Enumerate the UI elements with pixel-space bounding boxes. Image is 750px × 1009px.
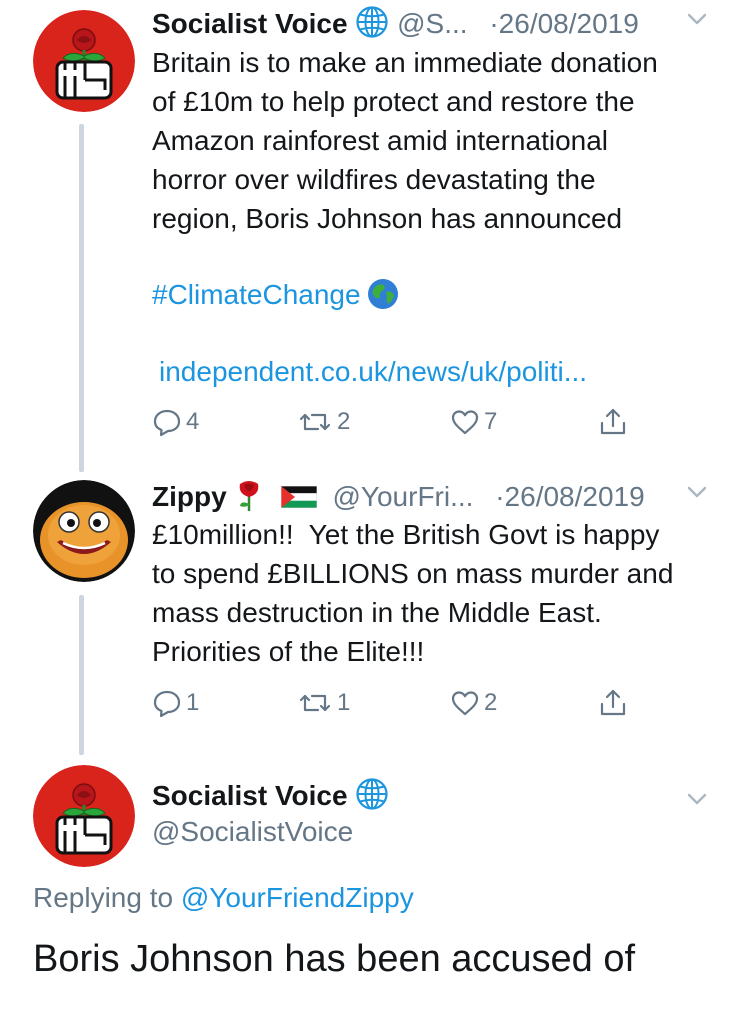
share-button[interactable]: [598, 402, 632, 442]
separator: ·: [495, 481, 505, 512]
tweet-2[interactable]: Zippy @YourFri... ·26/08/2019 £10million…: [0, 475, 750, 755]
palestine-flag-icon: [281, 486, 317, 508]
separator: ·: [489, 8, 499, 39]
text-line: Priorities of the Elite!!!: [152, 636, 425, 667]
tweet-text: Britain is to make an immediate donation…: [152, 43, 732, 238]
avatar[interactable]: [33, 480, 135, 582]
reply-count: 1: [186, 689, 200, 716]
url-link[interactable]: independent.co.uk/news/uk/politi...: [159, 356, 587, 387]
text-line: mass destruction in the Middle East.: [152, 597, 602, 628]
thread-line: [79, 124, 84, 472]
like-button[interactable]: 2: [450, 683, 497, 723]
text-line: Amazon rainforest amid international: [152, 125, 609, 156]
chevron-down-icon[interactable]: [684, 6, 710, 32]
globe-icon: [355, 777, 389, 811]
zippy-avatar-icon: [33, 480, 135, 582]
socialist-voice-avatar-icon: [33, 765, 135, 867]
tweet-1[interactable]: Socialist Voice @S... ·26/08/2019 Britai…: [0, 0, 750, 472]
text-line: £10million!! Yet the British Govt is hap…: [152, 519, 660, 550]
avatar[interactable]: [33, 765, 135, 867]
avatar[interactable]: [33, 10, 135, 112]
like-icon: [450, 688, 480, 718]
tweet-header: Zippy @YourFri... ·26/08/2019: [152, 475, 720, 519]
display-name[interactable]: Zippy: [152, 481, 227, 512]
retweet-icon: [297, 688, 333, 718]
url-line: independent.co.uk/news/uk/politi...: [159, 352, 739, 391]
share-button[interactable]: [598, 683, 632, 723]
handle[interactable]: @S...: [397, 8, 467, 39]
text-line: to spend £BILLIONS on mass murder and: [152, 558, 674, 589]
retweet-count: 1: [337, 689, 351, 716]
chevron-down-icon[interactable]: [684, 786, 710, 812]
text-line: Britain is to make an immediate donation: [152, 47, 658, 78]
reply-count: 4: [186, 408, 200, 435]
tweet-header: Socialist Voice @S... ·26/08/2019: [152, 2, 720, 46]
retweet-button[interactable]: 2: [297, 402, 350, 442]
like-icon: [450, 407, 480, 437]
reply-icon: [152, 688, 182, 718]
timestamp[interactable]: 26/08/2019: [505, 481, 645, 512]
like-button[interactable]: 7: [450, 402, 497, 442]
tweet-actions: 4 2 7: [152, 402, 672, 442]
retweet-count: 2: [337, 408, 351, 435]
thread-line: [79, 595, 84, 755]
handle[interactable]: @YourFri...: [332, 481, 473, 512]
hashtag-link[interactable]: #ClimateChange: [152, 279, 361, 310]
display-name[interactable]: Socialist Voice: [152, 780, 348, 811]
replying-handle-link[interactable]: @YourFriendZippy: [181, 882, 414, 913]
socialist-voice-avatar-icon: [33, 10, 135, 112]
chevron-down-icon[interactable]: [684, 479, 710, 505]
earth-emoji-icon: [367, 278, 399, 310]
rose-emoji-icon: [235, 478, 263, 512]
timestamp[interactable]: 26/08/2019: [499, 8, 639, 39]
share-icon: [598, 688, 628, 718]
retweet-button[interactable]: 1: [297, 683, 350, 723]
retweet-icon: [297, 407, 333, 437]
globe-icon: [355, 5, 389, 39]
reply-icon: [152, 407, 182, 437]
tweet-text: £10million!! Yet the British Govt is hap…: [152, 515, 732, 671]
share-icon: [598, 407, 628, 437]
tweet-actions: 1 1 2: [152, 683, 672, 723]
handle[interactable]: @SocialistVoice: [152, 816, 353, 847]
like-count: 2: [484, 689, 498, 716]
replying-to: Replying to @YourFriendZippy: [33, 878, 414, 918]
main-tweet-text: Boris Johnson has been accused of: [33, 938, 636, 980]
text-line: horror over wildfires devastating the: [152, 164, 596, 195]
replying-prefix: Replying to: [33, 882, 181, 913]
handle-row: @SocialistVoice: [152, 810, 720, 854]
like-count: 7: [484, 408, 498, 435]
text-line: region, Boris Johnson has announced: [152, 203, 623, 234]
reply-button[interactable]: 4: [152, 402, 199, 442]
reply-button[interactable]: 1: [152, 683, 199, 723]
hashtag-line: #ClimateChange: [152, 275, 732, 314]
display-name[interactable]: Socialist Voice: [152, 8, 348, 39]
text-line: of £10m to help protect and restore the: [152, 86, 635, 117]
